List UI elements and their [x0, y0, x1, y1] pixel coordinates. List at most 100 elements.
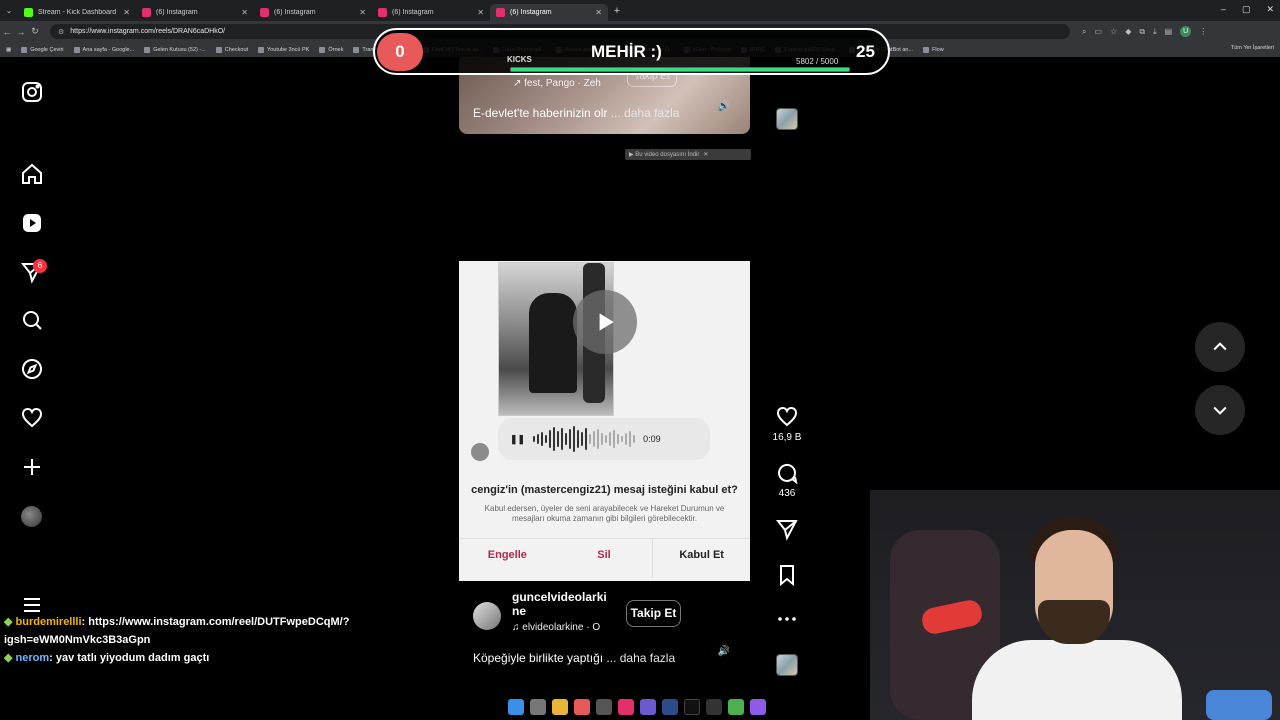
bookmark-item[interactable]: Youtube 3ncü PK [258, 46, 309, 53]
tab-favicon-icon [378, 7, 387, 17]
reel-audio-credit[interactable]: ♫ elvideolarkine · O [512, 622, 600, 633]
download-icon[interactable]: ⤓ [1153, 27, 1157, 37]
follow-button[interactable]: Takip Et [626, 600, 681, 627]
bookmark-item[interactable]: Checkout [215, 46, 248, 53]
tab-close-icon[interactable]: ✕ [477, 8, 484, 17]
heart-icon[interactable] [20, 406, 44, 430]
tab-close-icon[interactable]: ✕ [595, 8, 602, 17]
reels-icon[interactable] [20, 211, 44, 235]
waveform-bar [601, 433, 604, 445]
task-view-icon[interactable] [530, 699, 546, 715]
site-info-icon[interactable]: ⚙ [58, 28, 64, 36]
tab-label: (6) Instagram [156, 8, 198, 16]
audio-thumbnail[interactable] [776, 108, 798, 130]
minimize-icon[interactable]: – [1221, 4, 1226, 15]
play-icon[interactable] [573, 290, 637, 354]
browser-tab[interactable]: (6) Instagram ✕ [372, 4, 490, 21]
home-icon[interactable] [20, 162, 44, 186]
webcam-feed [870, 490, 1280, 720]
app-icon[interactable] [596, 699, 612, 715]
reel-author-avatar[interactable] [473, 602, 501, 630]
comment-icon[interactable] [775, 461, 799, 485]
block-button[interactable]: Engelle [459, 539, 556, 578]
puzzle-icon[interactable]: ⧉ [1139, 27, 1145, 37]
browser-tab[interactable]: (6) Instagram ✕ [254, 4, 372, 21]
next-reel-button[interactable] [1195, 385, 1245, 435]
message-request-title: cengiz'in (mastercengiz21) mesaj isteğin… [471, 484, 738, 496]
profile-avatar[interactable]: U [1180, 26, 1192, 37]
waveform-bar [629, 431, 632, 447]
cast-icon[interactable]: ▭ [1094, 27, 1102, 36]
more-options-icon[interactable] [775, 607, 799, 631]
bookmark-favicon-icon [215, 46, 222, 53]
bookmark-item[interactable]: Flow [923, 46, 944, 53]
browser-tab[interactable]: (6) Instagram ✕ [136, 4, 254, 21]
app-icon[interactable] [574, 699, 590, 715]
back-icon[interactable]: ← [0, 27, 14, 37]
instagram-app-icon[interactable] [618, 699, 634, 715]
chrome-icon[interactable] [728, 699, 744, 715]
voice-message[interactable]: ❚❚ 0:09 [498, 418, 710, 460]
close-icon[interactable]: ✕ [1266, 4, 1274, 15]
tab-favicon-icon [496, 7, 505, 17]
tiktok-icon[interactable] [684, 699, 700, 715]
tab-close-icon[interactable]: ✕ [123, 8, 130, 17]
file-explorer-icon[interactable] [552, 699, 568, 715]
bookmark-label: Ana sayfa - Google... [82, 46, 135, 53]
bookmark-favicon-icon [353, 46, 360, 53]
app-icon[interactable] [640, 699, 656, 715]
close-icon[interactable]: ✕ [703, 151, 708, 158]
app-icon[interactable] [750, 699, 766, 715]
menu-icon[interactable]: ⋮ [1199, 27, 1207, 36]
reel-audio-credits[interactable]: ↗ fest, Pango · Zeh [513, 78, 601, 89]
instagram-logo-icon[interactable] [20, 80, 44, 104]
bookmark-label: Google Çeviri [30, 46, 64, 53]
sidebar-icon[interactable]: ▤ [1165, 27, 1173, 36]
zoom-icon[interactable]: ⌕ [1082, 27, 1086, 37]
tab-search-icon[interactable]: ⌄ [0, 6, 18, 15]
previous-reel-button[interactable] [1195, 322, 1245, 372]
tab-close-icon[interactable]: ✕ [241, 8, 248, 17]
maximize-icon[interactable]: ▢ [1242, 4, 1251, 15]
windows-start-icon[interactable] [508, 699, 524, 715]
pause-icon[interactable]: ❚❚ [510, 434, 525, 445]
browser-tab[interactable]: Stream - Kick Dashboard ✕ [18, 4, 136, 21]
bookmark-item[interactable]: Google Çeviri [21, 46, 64, 53]
more-link[interactable]: ... daha fazla [606, 651, 675, 665]
all-bookmarks[interactable]: Tüm Yer İşaretleri [1221, 45, 1274, 51]
star-icon[interactable]: ☆ [1110, 27, 1117, 36]
bookmark-item[interactable]: Ana sayfa - Google... [73, 46, 135, 53]
volume-icon[interactable]: 🔊 [718, 646, 730, 657]
app-icon[interactable] [662, 699, 678, 715]
bookmark-item[interactable]: Örnek [319, 46, 343, 53]
explore-icon[interactable] [20, 357, 44, 381]
reel-author-username[interactable]: guncelvideolarkine [512, 590, 607, 618]
delete-button[interactable]: Sil [556, 539, 653, 578]
more-link[interactable]: ... daha fazla [611, 106, 680, 120]
save-icon[interactable] [775, 563, 799, 587]
profile-avatar-nav[interactable] [21, 506, 42, 527]
accept-button[interactable]: Kabul Et [652, 539, 750, 578]
audio-thumbnail[interactable] [776, 654, 798, 676]
volume-icon[interactable]: 🔊 [718, 101, 730, 112]
apps-icon[interactable]: ▦ [6, 47, 11, 53]
extension-icon[interactable]: ◆ [1125, 27, 1131, 36]
chat-username: burdemirellli [15, 616, 82, 628]
reload-icon[interactable]: ↻ [28, 26, 42, 37]
forward-icon[interactable]: → [14, 27, 28, 37]
app-icon[interactable] [706, 699, 722, 715]
like-icon[interactable] [775, 405, 799, 429]
waveform-bar [589, 434, 592, 444]
waveform-bar [541, 432, 544, 446]
browser-tab[interactable]: (6) Instagram ✕ [490, 3, 608, 21]
reel-current[interactable]: ❚❚ 0:09 cengiz'in (mastercengiz21) mesaj… [459, 162, 750, 680]
tab-close-icon[interactable]: ✕ [359, 8, 366, 17]
create-icon[interactable] [20, 455, 44, 479]
new-tab-button[interactable]: + [608, 5, 626, 17]
bookmark-item[interactable]: Gelen Kutusu (52) -... [144, 46, 206, 53]
download-video-chip[interactable]: ▶ Bu video dosyasını İndir ✕ [625, 149, 751, 160]
search-icon[interactable] [20, 308, 44, 332]
tab-label: (6) Instagram [392, 8, 434, 16]
share-icon[interactable] [775, 517, 799, 541]
waveform-bar [545, 435, 548, 443]
